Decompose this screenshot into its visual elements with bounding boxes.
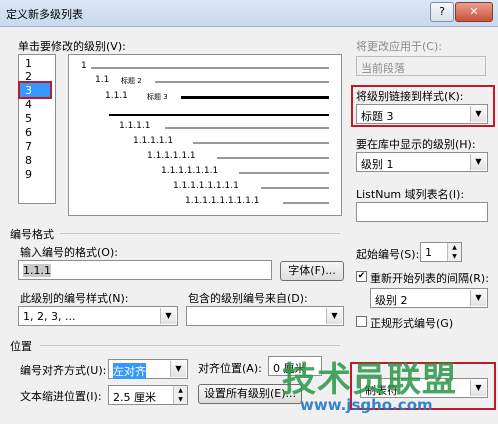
align-select[interactable]: 左对齐 ▼	[108, 359, 188, 379]
legal-checkbox[interactable]	[356, 316, 367, 327]
chevron-down-icon[interactable]: ▼	[470, 290, 486, 306]
chevron-down-icon[interactable]: ▼	[326, 308, 342, 324]
chevron-down-icon[interactable]: ▼	[170, 361, 186, 377]
link-style-value: 标题 3	[361, 110, 394, 123]
preview-line-3-cont	[109, 114, 329, 116]
include-label: 包含的级别编号来自(D):	[188, 292, 308, 305]
font-button[interactable]: 字体(F)...	[280, 261, 344, 281]
indent-spinner[interactable]: 2.5 厘米 ▲ ▼	[108, 385, 188, 405]
spinner-arrows-icon[interactable]: ▲ ▼	[173, 386, 187, 404]
preview-heading-3: 标题 3	[147, 93, 168, 101]
preview-num-2: 1.1	[95, 75, 110, 85]
level-list[interactable]: 1 2 3 4 5 6 7 8 9	[18, 54, 56, 204]
preview-num-3: 1.1.1	[105, 91, 128, 101]
level-item-3[interactable]: 3	[25, 84, 32, 97]
window-title: 定义新多级列表	[6, 8, 83, 21]
align-label: 编号对齐方式(U):	[20, 364, 107, 377]
restart-value: 级别 2	[375, 294, 408, 307]
start-at-label: 起始编号(S):	[356, 248, 420, 261]
format-value: 1.1.1	[23, 264, 51, 277]
preview-line-5	[193, 142, 329, 144]
list-preview: 1 1.1 标题 2 1.1.1 标题 3 1.1.1.1 1.1.1.1.1 …	[68, 54, 342, 216]
link-style-label: 将级别链接到样式(K):	[356, 90, 464, 103]
restart-label: 重新开始列表的间隔(R):	[370, 272, 489, 285]
level-highlight-box	[18, 81, 52, 99]
preview-num-7: 1.1.1.1.1.1.1	[161, 166, 219, 176]
apply-to-label: 将更改应用于(C):	[356, 40, 442, 53]
preview-heading-2: 标题 2	[121, 77, 142, 85]
preview-line-4	[165, 127, 329, 129]
gallery-level-label: 要在库中显示的级别(H):	[356, 138, 476, 151]
chevron-down-icon[interactable]: ▼	[470, 154, 486, 170]
watermark-url: www.jsgho.com	[300, 396, 433, 414]
format-label: 输入编号的格式(O):	[20, 246, 118, 259]
preview-num-1: 1	[81, 61, 87, 71]
legal-label: 正规形式编号(G)	[370, 317, 454, 330]
restart-checkbox[interactable]: ✔	[356, 271, 367, 282]
gallery-level-value: 级别 1	[361, 158, 394, 171]
preview-line-2	[155, 81, 329, 83]
preview-num-5: 1.1.1.1.1	[133, 136, 174, 146]
position-divider	[40, 345, 340, 346]
listnum-input[interactable]	[356, 202, 488, 222]
level-item-8[interactable]: 8	[25, 154, 32, 167]
title-bar: 定义新多级列表 ? ✕	[0, 0, 498, 27]
listnum-label: ListNum 域列表名(I):	[356, 188, 465, 201]
preview-line-1	[91, 67, 329, 69]
position-section-label: 位置	[10, 340, 32, 353]
style-label: 此级别的编号样式(N):	[20, 292, 129, 305]
start-at-spinner[interactable]: 1 ▲ ▼	[420, 242, 462, 262]
spinner-arrows-icon[interactable]: ▲ ▼	[447, 243, 461, 261]
apply-to-value: 当前段落	[361, 62, 405, 75]
start-at-value: 1	[425, 246, 432, 259]
style-value: 1, 2, 3, ...	[23, 310, 76, 323]
level-select-label: 单击要修改的级别(V):	[18, 40, 126, 53]
gallery-level-select[interactable]: 级别 1 ▼	[356, 152, 488, 172]
preview-num-8: 1.1.1.1.1.1.1.1	[173, 181, 239, 191]
preview-line-3	[181, 96, 329, 99]
link-style-select[interactable]: 标题 3 ▼	[356, 104, 488, 124]
aligned-at-label: 对齐位置(A):	[198, 362, 262, 375]
level-item-1[interactable]: 1	[25, 57, 32, 70]
chevron-down-icon[interactable]: ▼	[470, 106, 486, 122]
level-item-5[interactable]: 5	[25, 112, 32, 125]
preview-line-9	[283, 202, 329, 204]
indent-label: 文本缩进位置(I):	[20, 390, 102, 403]
close-button[interactable]: ✕	[455, 2, 493, 22]
align-value: 左对齐	[113, 363, 146, 379]
preview-num-6: 1.1.1.1.1.1	[147, 151, 196, 161]
preview-num-9: 1.1.1.1.1.1.1.1.1	[185, 196, 260, 206]
number-format-divider	[60, 233, 340, 234]
apply-to-select: 当前段落	[356, 56, 486, 76]
level-item-7[interactable]: 7	[25, 140, 32, 153]
include-select[interactable]: ▼	[186, 306, 344, 326]
preview-line-7	[239, 172, 329, 174]
restart-select[interactable]: 级别 2 ▼	[370, 288, 488, 308]
style-select[interactable]: 1, 2, 3, ... ▼	[18, 306, 178, 326]
level-item-4[interactable]: 4	[25, 98, 32, 111]
preview-num-4: 1.1.1.1	[119, 121, 151, 131]
preview-line-8	[261, 187, 329, 189]
indent-value: 2.5 厘米	[113, 391, 156, 404]
preview-line-6	[217, 157, 329, 159]
chevron-down-icon[interactable]: ▼	[160, 308, 176, 324]
chevron-down-icon[interactable]: ▼	[470, 380, 486, 396]
help-button[interactable]: ?	[430, 2, 454, 22]
level-item-9[interactable]: 9	[25, 168, 32, 181]
number-format-section-label: 编号格式	[10, 228, 54, 241]
watermark-logo: 技术员联盟	[282, 360, 457, 400]
level-item-6[interactable]: 6	[25, 126, 32, 139]
format-input[interactable]: 1.1.1	[18, 260, 272, 280]
